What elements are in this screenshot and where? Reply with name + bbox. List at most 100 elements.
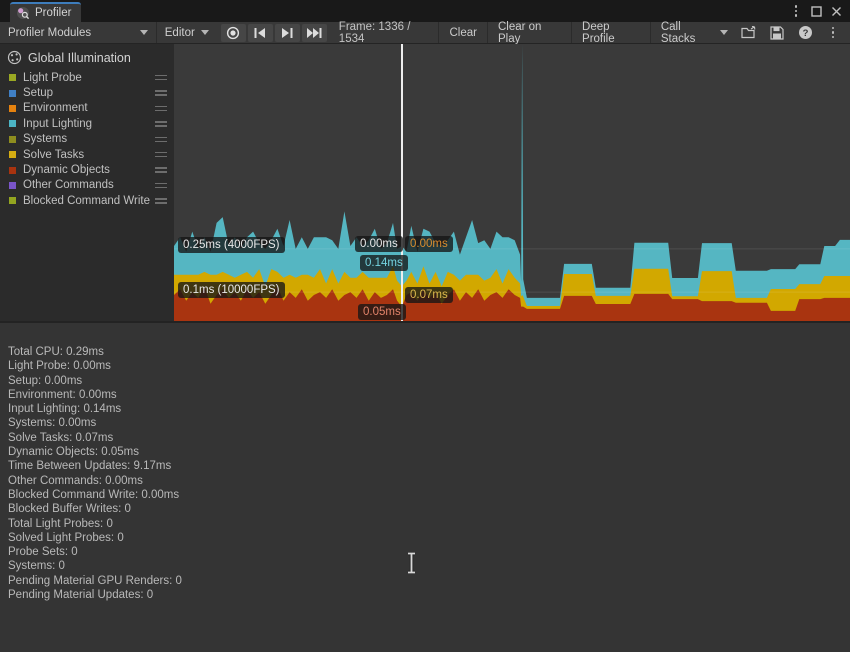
editor-target-dropdown[interactable]: Editor: [157, 22, 217, 43]
module-legend: Light Probe Setup Environment Input Lightin…: [0, 70, 174, 209]
profiler-icon: [16, 6, 30, 20]
tab-profiler[interactable]: Profiler: [10, 2, 81, 22]
drag-handle-icon[interactable]: [155, 198, 167, 204]
legend-color-swatch: [9, 167, 16, 174]
prev-frame-icon: [253, 28, 267, 38]
stats-line: Total CPU: 0.29ms: [8, 345, 850, 359]
legend-color-swatch: [9, 120, 16, 127]
legend-item-label: Input Lighting: [23, 118, 155, 130]
legend-item-light-probe[interactable]: Light Probe: [0, 70, 174, 85]
profiler-chart[interactable]: 0.25ms (4000FPS)0.1ms (10000FPS)0.00ms0.…: [174, 44, 850, 321]
record-button[interactable]: [221, 24, 246, 42]
stats-line: Pending Material Updates: 0: [8, 588, 850, 602]
stats-line: Solve Tasks: 0.07ms: [8, 431, 850, 445]
legend-color-swatch: [9, 136, 16, 143]
chevron-down-icon: [720, 30, 728, 35]
legend-item-blocked-command-write[interactable]: Blocked Command Write: [0, 193, 174, 208]
stats-line: Blocked Command Write: 0.00ms: [8, 488, 850, 502]
save-profile-button[interactable]: [766, 24, 788, 42]
record-icon: [226, 26, 240, 40]
profiler-modules-label: Profiler Modules: [8, 27, 91, 39]
clear-on-play-button[interactable]: Clear on Play: [487, 22, 571, 43]
profiler-window: Profiler Profiler Modules Editor: [0, 0, 850, 652]
chevron-down-icon: [201, 30, 209, 35]
chart-area-series: [174, 44, 850, 321]
next-frame-button[interactable]: [275, 24, 300, 42]
chart-value-label: 0.00ms: [355, 236, 403, 252]
drag-handle-icon[interactable]: [155, 152, 167, 158]
legend-color-swatch: [9, 151, 16, 158]
legend-item-label: Blocked Command Write: [23, 195, 155, 207]
current-frame-icon: [306, 28, 323, 38]
drag-handle-icon[interactable]: [155, 106, 167, 112]
drag-handle-icon[interactable]: [155, 167, 167, 173]
legend-item-environment[interactable]: Environment: [0, 101, 174, 116]
stats-line: Environment: 0.00ms: [8, 388, 850, 402]
legend-item-input-lighting[interactable]: Input Lighting: [0, 116, 174, 131]
load-profile-button[interactable]: [738, 24, 760, 42]
prev-frame-button[interactable]: [248, 24, 273, 42]
legend-item-solve-tasks[interactable]: Solve Tasks: [0, 147, 174, 162]
selected-frame-line[interactable]: [401, 44, 403, 321]
legend-color-swatch: [9, 74, 16, 81]
maximize-icon[interactable]: [808, 3, 824, 19]
profiler-modules-dropdown[interactable]: Profiler Modules: [0, 22, 157, 43]
tab-title: Profiler: [35, 7, 71, 19]
stats-line: Light Probe: 0.00ms: [8, 359, 850, 373]
deep-profile-button[interactable]: Deep Profile: [571, 22, 650, 43]
next-frame-icon: [280, 28, 294, 38]
frame-counter: Frame: 1336 / 1534: [331, 22, 439, 43]
svg-text:?: ?: [802, 28, 808, 39]
legend-item-label: Light Probe: [23, 72, 155, 84]
module-title: Global Illumination: [28, 51, 131, 65]
chart-value-label: 0.14ms: [360, 255, 408, 271]
drag-handle-icon[interactable]: [155, 75, 167, 81]
call-stacks-dropdown[interactable]: Call Stacks: [650, 22, 738, 43]
stats-line: Dynamic Objects: 0.05ms: [8, 445, 850, 459]
close-icon[interactable]: [828, 3, 844, 19]
legend-item-systems[interactable]: Systems: [0, 132, 174, 147]
stats-line: Probe Sets: 0: [8, 545, 850, 559]
window-menu-icon[interactable]: [788, 3, 804, 19]
legend-item-label: Dynamic Objects: [23, 164, 155, 176]
legend-item-other-commands[interactable]: Other Commands: [0, 178, 174, 193]
drag-handle-icon[interactable]: [155, 137, 167, 143]
stats-line: Setup: 0.00ms: [8, 374, 850, 388]
legend-item-setup[interactable]: Setup: [0, 85, 174, 100]
editor-label: Editor: [165, 27, 195, 39]
stats-panel: Total CPU: 0.29msLight Probe: 0.00msSetu…: [0, 321, 850, 652]
stats-line: Solved Light Probes: 0: [8, 531, 850, 545]
stats-line: Systems: 0.00ms: [8, 416, 850, 430]
stats-line: Blocked Buffer Writes: 0: [8, 502, 850, 516]
chart-value-label: 0.00ms: [405, 236, 453, 252]
chart-value-label: 0.07ms: [405, 287, 453, 303]
drag-handle-icon[interactable]: [155, 121, 167, 127]
legend-item-label: Other Commands: [23, 179, 155, 191]
more-icon: [832, 27, 835, 39]
legend-item-label: Systems: [23, 133, 155, 145]
drag-handle-icon[interactable]: [155, 90, 167, 96]
clear-button[interactable]: Clear: [438, 22, 486, 43]
legend-item-label: Solve Tasks: [23, 149, 155, 161]
save-icon: [770, 26, 784, 40]
legend-item-dynamic-objects[interactable]: Dynamic Objects: [0, 162, 174, 177]
gridline-label: 0.25ms (4000FPS): [178, 237, 285, 253]
stats-line: Systems: 0: [8, 559, 850, 573]
context-menu-button[interactable]: [822, 24, 844, 42]
profiler-toolbar: Profiler Modules Editor: [0, 22, 850, 44]
global-illumination-icon: [7, 50, 22, 65]
stats-line: Pending Material GPU Renders: 0: [8, 574, 850, 588]
modules-sidebar: Global Illumination Light Probe Setup Envi…: [0, 44, 174, 321]
chevron-down-icon: [140, 30, 148, 35]
current-frame-button[interactable]: [302, 24, 327, 42]
drag-handle-icon[interactable]: [155, 183, 167, 189]
load-icon: [741, 26, 757, 39]
stats-line: Total Light Probes: 0: [8, 517, 850, 531]
module-header[interactable]: Global Illumination: [0, 44, 174, 70]
help-icon: ?: [798, 25, 813, 40]
call-stacks-label: Call Stacks: [661, 21, 712, 45]
chart-value-label: 0.05ms: [358, 304, 406, 320]
stats-line: Input Lighting: 0.14ms: [8, 402, 850, 416]
legend-item-label: Setup: [23, 87, 155, 99]
help-button[interactable]: ?: [794, 24, 816, 42]
